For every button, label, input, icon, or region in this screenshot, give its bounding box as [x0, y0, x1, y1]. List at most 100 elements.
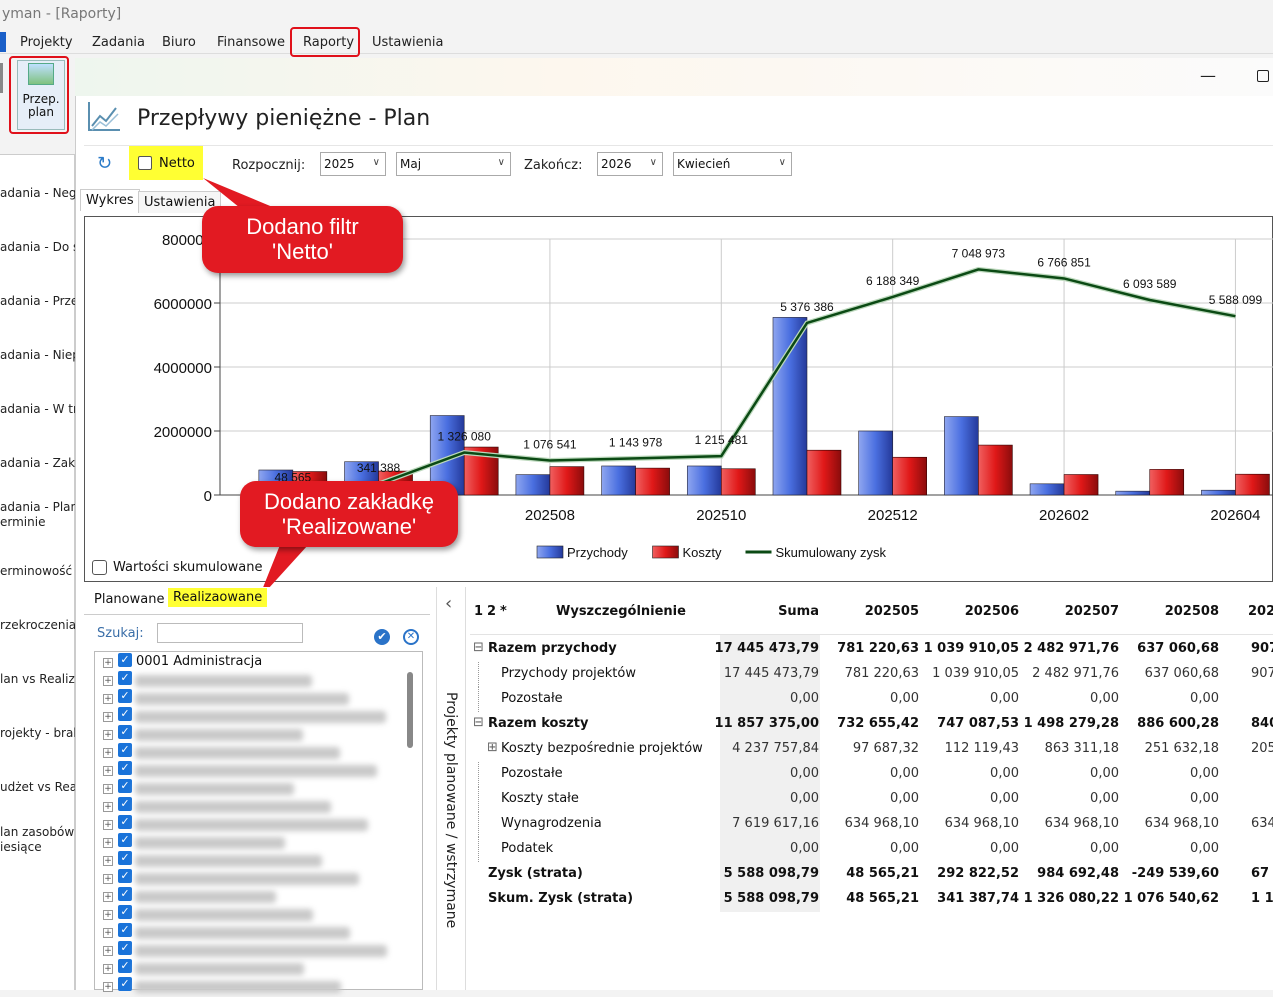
- grid-cell: 840: [1251, 716, 1273, 731]
- chevron-down-icon: ∨: [372, 157, 380, 168]
- refresh-icon[interactable]: ↻: [97, 153, 112, 174]
- redacted-project-name: [135, 855, 322, 867]
- netto-checkbox[interactable]: [138, 156, 152, 170]
- tree-checkbox[interactable]: ✓: [118, 923, 132, 937]
- tab-planowane[interactable]: Planowane: [90, 590, 168, 609]
- minimize-icon[interactable]: —: [1200, 66, 1216, 85]
- start-year-select[interactable]: 2025 ∨: [320, 152, 386, 176]
- grid-cell: 0,00: [990, 691, 1019, 706]
- tree-checkbox[interactable]: ✓: [118, 707, 132, 721]
- report-list-item[interactable]: lan vs Realiz: [0, 672, 75, 687]
- tree-checkbox[interactable]: ✓: [118, 977, 132, 991]
- tree-checkbox[interactable]: ✓: [118, 653, 132, 667]
- report-list-item[interactable]: adania - Plano erminie: [0, 500, 85, 530]
- redacted-project-name: [135, 891, 276, 903]
- report-list-item[interactable]: adania - Przel: [0, 294, 82, 309]
- report-list-item[interactable]: adania - Nega: [0, 186, 84, 201]
- grid-row-label: Skum. Zysk (strata): [488, 891, 634, 906]
- menu-zadania[interactable]: Zadania: [92, 35, 145, 50]
- expand-icon[interactable]: +: [103, 874, 113, 884]
- report-list-item[interactable]: adania - Niepr: [0, 348, 85, 363]
- report-list-item[interactable]: adania - W tra: [0, 402, 85, 417]
- menu-ustawienia[interactable]: Ustawienia: [372, 35, 443, 50]
- tree-checkbox[interactable]: ✓: [118, 671, 132, 685]
- expand-icon[interactable]: +: [103, 676, 113, 686]
- grid-cell: 4 237 757,84: [732, 741, 819, 756]
- expand-icon[interactable]: +: [103, 838, 113, 848]
- expand-icon[interactable]: +: [103, 712, 113, 722]
- expand-icon[interactable]: +: [103, 820, 113, 830]
- expand-icon[interactable]: +: [103, 892, 113, 902]
- menu-biuro[interactable]: Biuro: [162, 35, 196, 50]
- grid-cell: -249 539,60: [1131, 866, 1219, 881]
- report-list-item[interactable]: rzekroczenia: [0, 618, 76, 633]
- confirm-icon[interactable]: ✔: [374, 629, 390, 645]
- report-list-item[interactable]: udżet vs Rea: [0, 780, 77, 795]
- expand-icon[interactable]: +: [103, 910, 113, 920]
- tree-checkbox[interactable]: ✓: [118, 689, 132, 703]
- grid-expander[interactable]: ⊟: [473, 715, 484, 730]
- redacted-project-name: [135, 927, 350, 939]
- netto-filter[interactable]: Netto: [129, 146, 203, 180]
- tree-checkbox[interactable]: ✓: [118, 797, 132, 811]
- redacted-project-name: [135, 729, 303, 741]
- tree-checkbox[interactable]: ✓: [118, 779, 132, 793]
- tree-checkbox[interactable]: ✓: [118, 869, 132, 883]
- tree-connector: [478, 662, 479, 687]
- grid-cell: 7 619 617,16: [732, 816, 819, 831]
- menu-projekty[interactable]: Projekty: [20, 35, 73, 50]
- expand-icon[interactable]: +: [103, 802, 113, 812]
- grid-row-label: Pozostałe: [501, 691, 563, 706]
- expand-icon[interactable]: +: [103, 748, 113, 758]
- tree-checkbox[interactable]: ✓: [118, 851, 132, 865]
- tree-checkbox[interactable]: ✓: [118, 833, 132, 847]
- tree-checkbox[interactable]: ✓: [118, 959, 132, 973]
- expand-icon[interactable]: +: [103, 694, 113, 704]
- chevron-down-icon: ∨: [497, 157, 505, 168]
- tree-checkbox[interactable]: ✓: [118, 905, 132, 919]
- report-list-item[interactable]: lan zasobów v iesiące: [0, 825, 85, 855]
- callout-netto: Dodano filtr 'Netto': [202, 206, 403, 273]
- expand-icon[interactable]: +: [103, 946, 113, 956]
- grid-header: 202506: [964, 604, 1019, 619]
- report-list-item[interactable]: adania - Zako: [0, 456, 82, 471]
- maximize-icon[interactable]: [1257, 70, 1269, 82]
- expand-icon[interactable]: +: [103, 964, 113, 974]
- expand-icon[interactable]: +: [103, 928, 113, 938]
- grid-expander[interactable]: ⊟: [473, 640, 484, 655]
- tab-realizowane[interactable]: Realizaowane: [168, 588, 268, 607]
- expand-icon[interactable]: +: [103, 784, 113, 794]
- cumulative-checkbox[interactable]: [92, 560, 107, 575]
- end-month-value: Kwiecień: [677, 157, 731, 171]
- tree-checkbox[interactable]: ✓: [118, 815, 132, 829]
- grid-row-label: Pozostałe: [501, 766, 563, 781]
- tree-checkbox[interactable]: ✓: [118, 761, 132, 775]
- grid-cell: 251 632,18: [1144, 741, 1219, 756]
- tree-checkbox[interactable]: ✓: [118, 941, 132, 955]
- menu-finansowe[interactable]: Finansowe: [217, 35, 285, 50]
- expand-icon[interactable]: +: [103, 658, 113, 668]
- expand-icon[interactable]: +: [103, 856, 113, 866]
- redacted-project-name: [135, 909, 313, 921]
- report-list-item[interactable]: rojekty - brak: [0, 726, 80, 741]
- report-list-item[interactable]: adania - Do sp: [0, 240, 87, 255]
- tree-checkbox[interactable]: ✓: [118, 743, 132, 757]
- expand-icon[interactable]: +: [103, 730, 113, 740]
- start-month-select[interactable]: Maj ∨: [396, 152, 511, 176]
- expand-icon[interactable]: +: [103, 982, 113, 992]
- app-menu-icon[interactable]: [0, 32, 6, 52]
- grid-expander[interactable]: ⊞: [487, 740, 498, 755]
- grid-level-2: 2: [487, 604, 497, 619]
- clear-icon[interactable]: ✕: [403, 629, 419, 645]
- end-year-select[interactable]: 2026 ∨: [597, 152, 663, 176]
- x-tick-label: 202512: [868, 507, 918, 524]
- tree-checkbox[interactable]: ✓: [118, 887, 132, 901]
- tree-checkbox[interactable]: ✓: [118, 725, 132, 739]
- collapse-icon[interactable]: ‹: [445, 593, 452, 614]
- expand-icon[interactable]: +: [103, 766, 113, 776]
- tab-wykres[interactable]: Wykres: [80, 189, 140, 211]
- search-input[interactable]: [157, 623, 303, 643]
- report-list-item[interactable]: erminowość: [0, 564, 72, 579]
- end-month-select[interactable]: Kwiecień ∨: [673, 152, 792, 176]
- tree-scrollbar[interactable]: [407, 672, 413, 748]
